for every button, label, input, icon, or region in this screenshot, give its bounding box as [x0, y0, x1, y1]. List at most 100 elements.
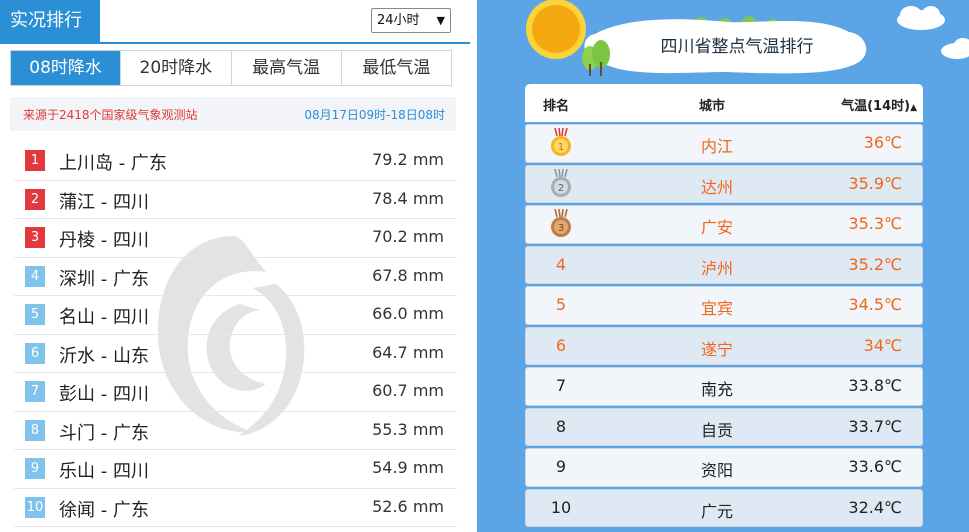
city-name: 资阳: [700, 461, 733, 480]
column-header-rank[interactable]: 排名: [543, 95, 569, 114]
temperature-ranking-panel: 四川省整点气温排行 排名 城市 气温(14时)▲ 1 内江 36℃ 2 达州 3…: [477, 0, 969, 532]
column-header-city[interactable]: 城市: [699, 95, 725, 114]
rank-badge: 1: [25, 150, 45, 171]
temperature-value: 33.8℃: [848, 376, 902, 395]
panel-title: 实况排行: [0, 0, 100, 42]
precipitation-ranking-panel: 实况排行 24小时 ▼ 08时降水 20时降水 最高气温 最低气温 来源于241…: [0, 0, 470, 532]
rank-number: 5: [555, 295, 567, 314]
station-name: 名山 - 四川: [59, 307, 149, 328]
station-name: 斗门 - 广东: [59, 422, 149, 444]
ranking-tabs: 08时降水 20时降水 最高气温 最低气温: [10, 50, 452, 86]
table-header: 排名 城市 气温(14时)▲: [525, 84, 923, 122]
station-name: 徐闻 - 广东: [59, 499, 149, 521]
station-name: 上川岛 - 广东: [59, 153, 167, 174]
temperature-value: 35.3℃: [848, 214, 902, 233]
city-name: 内江: [700, 137, 733, 156]
list-item[interactable]: 5 名山 - 四川 66.0 mm: [14, 296, 457, 335]
source-bar: 来源于2418个国家级气象观测站 08月17日09时-18日08时: [10, 97, 456, 131]
rank-badge: 3: [25, 227, 45, 248]
temperature-value: 35.9℃: [848, 173, 902, 193]
precipitation-value: 52.6 mm: [372, 496, 444, 516]
period-select-value: 24小时: [377, 13, 420, 28]
precipitation-value: 64.7 mm: [372, 342, 444, 362]
station-name: 蒲江 - 四川: [59, 191, 149, 213]
sort-up-icon: ▲: [910, 103, 917, 113]
precipitation-value: 78.4 mm: [372, 188, 444, 208]
rank-badge: 9: [25, 458, 45, 479]
city-name: 南充: [700, 380, 733, 399]
rank-badge: 6: [25, 342, 45, 364]
temperature-value: 33.7℃: [848, 416, 902, 436]
rank-number: 9: [555, 457, 567, 476]
panel-title: 四川省整点气温排行: [660, 37, 814, 57]
rank-badge: 2: [25, 188, 45, 210]
list-item[interactable]: 7 彭山 - 四川 60.7 mm: [14, 373, 457, 412]
station-name: 沂水 - 山东: [59, 345, 149, 367]
table-row[interactable]: 3 广安 35.3℃: [525, 205, 923, 244]
bronze-medal-icon: 3: [551, 209, 571, 237]
rank-badge: 8: [25, 419, 45, 441]
table-row[interactable]: 2 达州 35.9℃: [525, 164, 923, 203]
precipitation-value: 60.7 mm: [372, 381, 444, 400]
table-row[interactable]: 1 内江 36℃: [525, 124, 923, 163]
table-row[interactable]: 5 宜宾 34.5℃: [525, 286, 923, 325]
list-item[interactable]: 3 丹棱 - 四川 70.2 mm: [14, 219, 457, 258]
rank-number: 10: [550, 497, 572, 517]
rank-badge: 10: [25, 496, 45, 518]
temperature-value: 33.6℃: [848, 457, 902, 476]
temperature-value: 32.4℃: [848, 497, 902, 517]
table-row[interactable]: 6 遂宁 34℃: [525, 326, 923, 365]
temperature-value: 36℃: [863, 133, 902, 152]
source-note: 来源于2418个国家级气象观测站: [23, 108, 198, 122]
table-row[interactable]: 7 南充 33.8℃: [525, 367, 923, 406]
list-item[interactable]: 9 乐山 - 四川 54.9 mm: [14, 450, 457, 489]
period-select[interactable]: 24小时 ▼: [371, 8, 451, 33]
svg-text:1: 1: [558, 142, 564, 153]
temperature-value: 34℃: [863, 335, 902, 355]
tab-min-temperature[interactable]: 最低气温: [340, 51, 451, 85]
precipitation-value: 54.9 mm: [372, 458, 444, 477]
list-item[interactable]: 8 斗门 - 广东 55.3 mm: [14, 412, 457, 450]
rank-number: 8: [555, 416, 567, 436]
column-header-temp-label: 气温(14时): [841, 99, 911, 114]
city-name: 遂宁: [700, 339, 733, 359]
station-name: 乐山 - 四川: [59, 461, 149, 482]
city-name: 泸州: [700, 258, 733, 278]
precipitation-value: 66.0 mm: [372, 304, 444, 323]
city-name: 自贡: [700, 420, 733, 440]
temperature-value: 35.2℃: [848, 254, 902, 274]
list-item[interactable]: 6 沂水 - 山东 64.7 mm: [14, 335, 457, 373]
rank-number: 7: [555, 376, 567, 395]
svg-text:3: 3: [558, 223, 564, 234]
table-row[interactable]: 10 广元 32.4℃: [525, 488, 923, 527]
list-item[interactable]: 10 徐闻 - 广东 52.6 mm: [14, 489, 457, 527]
table-row[interactable]: 4 泸州 35.2℃: [525, 245, 923, 284]
rank-number: 4: [555, 254, 567, 274]
city-name: 广安: [700, 218, 733, 237]
rank-badge: 5: [25, 304, 45, 325]
list-item[interactable]: 1 上川岛 - 广东 79.2 mm: [14, 142, 457, 181]
precipitation-value: 67.8 mm: [372, 265, 444, 285]
tab-08h-precipitation[interactable]: 08时降水: [11, 51, 121, 85]
tab-20h-precipitation[interactable]: 20时降水: [120, 51, 231, 85]
table-row[interactable]: 9 资阳 33.6℃: [525, 448, 923, 487]
list-item[interactable]: 2 蒲江 - 四川 78.4 mm: [14, 181, 457, 219]
gold-medal-icon: 1: [551, 128, 571, 156]
rank-badge: 4: [25, 265, 45, 287]
rank-number: 6: [555, 335, 567, 355]
precipitation-list: 1 上川岛 - 广东 79.2 mm 2 蒲江 - 四川 78.4 mm 3 丹…: [14, 142, 457, 527]
chevron-down-icon: ▼: [436, 14, 445, 27]
station-name: 丹棱 - 四川: [59, 230, 149, 251]
date-range: 08月17日09时-18日08时: [304, 108, 445, 122]
silver-medal-icon: 2: [551, 168, 571, 197]
table-row[interactable]: 8 自贡 33.7℃: [525, 407, 923, 446]
temperature-value: 34.5℃: [848, 295, 902, 314]
tab-max-temperature[interactable]: 最高气温: [230, 51, 341, 85]
city-name: 宜宾: [700, 299, 733, 318]
city-name: 广元: [700, 501, 733, 521]
temperature-table: 排名 城市 气温(14时)▲ 1 内江 36℃ 2 达州 35.9℃ 3 广安 …: [525, 84, 923, 527]
column-header-temp[interactable]: 气温(14时)▲: [841, 95, 917, 114]
city-name: 达州: [700, 177, 733, 197]
list-item[interactable]: 4 深圳 - 广东 67.8 mm: [14, 258, 457, 296]
station-name: 深圳 - 广东: [59, 268, 149, 290]
